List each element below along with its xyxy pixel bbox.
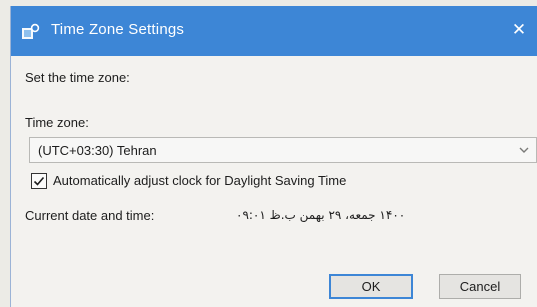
timezone-selected-value: (UTC+03:30) Tehran	[38, 143, 157, 158]
timezone-dropdown[interactable]: (UTC+03:30) Tehran	[29, 137, 537, 163]
timezone-label: Time zone:	[25, 115, 89, 130]
section-heading: Set the time zone:	[25, 70, 130, 85]
chevron-down-icon	[519, 147, 529, 153]
close-icon[interactable]: ✕	[509, 20, 529, 40]
time-zone-settings-icon	[22, 23, 40, 39]
current-datetime-value: ۱۴۰۰ جمعه، ۲۹ بهمن ب.ظ ۰۹:۰۱	[236, 208, 406, 222]
screenshot-frame: Time Zone Settings ✕ Set the time zone: …	[0, 0, 537, 307]
dst-checkbox[interactable]	[31, 173, 47, 189]
checkmark-icon	[33, 176, 45, 186]
time-zone-settings-dialog: Time Zone Settings ✕ Set the time zone: …	[10, 6, 537, 307]
dst-checkbox-label[interactable]: Automatically adjust clock for Daylight …	[53, 173, 346, 188]
current-datetime-label: Current date and time:	[25, 208, 155, 223]
title-bar[interactable]: Time Zone Settings ✕	[11, 6, 537, 56]
cancel-button[interactable]: Cancel	[439, 274, 521, 299]
window-title: Time Zone Settings	[51, 21, 185, 38]
ok-button[interactable]: OK	[329, 274, 413, 299]
